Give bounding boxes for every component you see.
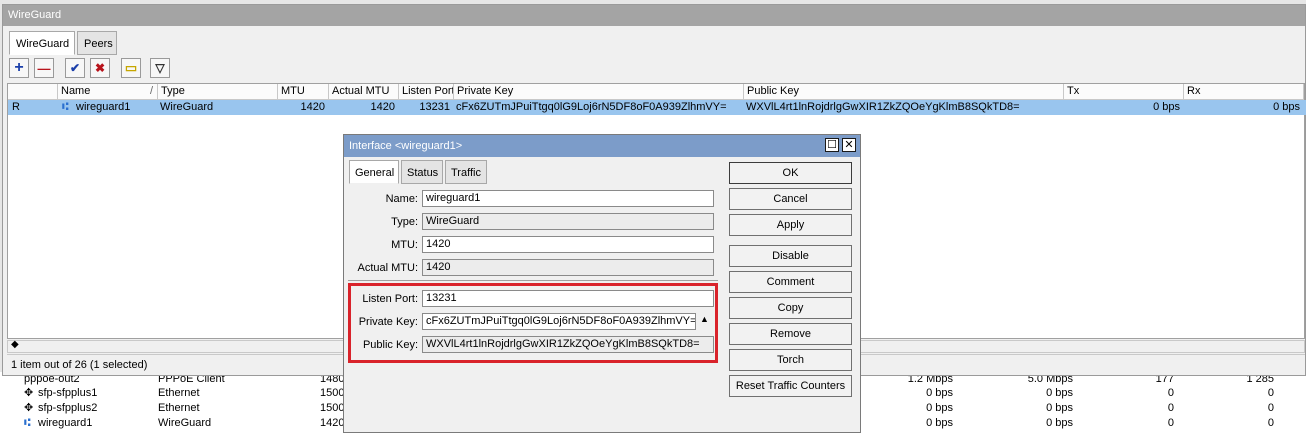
interface-rx: 0 bps [1046,402,1073,414]
copy-button[interactable]: Copy [729,297,852,319]
disable-button[interactable]: ✖ [90,58,110,78]
name-label: Name: [385,193,418,205]
filter-icon: ▽ [155,61,165,75]
row-actual-mtu: 1420 [370,101,395,113]
disable-button[interactable]: Disable [729,245,852,267]
close-icon[interactable]: ✕ [842,138,856,152]
interface-mtu: 1500 [320,387,345,399]
column-header-type[interactable]: Type [158,84,278,100]
wireguard-icon: ⑆ [24,417,31,429]
plus-icon: + [14,59,24,76]
interface-packets-tx: 0 [1167,402,1174,414]
row-listen-port: 13231 [419,101,450,113]
interface-name: wireguard1 [38,417,93,429]
interface-name: sfp-sfpplus2 [38,402,98,414]
interface-packets-rx: 0 [1267,387,1274,399]
column-header-name[interactable]: Name / [58,84,158,100]
interface-rx: 0 bps [1046,387,1073,399]
interface-rx: 0 bps [1046,417,1073,429]
row-rx: 0 bps [1273,101,1300,113]
ethernet-icon: ✥ [24,402,34,414]
row-mtu: 1420 [300,101,325,113]
comment-button[interactable]: ▭ [121,58,141,78]
tab-status[interactable]: Status [401,160,443,184]
tab-wireguard[interactable]: WireGuard [9,31,75,55]
highlight-box [348,283,718,363]
interface-tx: 0 bps [926,387,953,399]
mtu-label: MTU: [391,239,418,251]
actual-mtu-label: Actual MTU: [357,262,418,274]
remove-button[interactable]: Remove [729,323,852,345]
interface-type: WireGuard [158,417,212,429]
tab-traffic[interactable]: Traffic [445,160,487,184]
interface-tx: 0 bps [926,402,953,414]
column-header-mtu[interactable]: MTU [278,84,329,100]
cancel-button[interactable]: Cancel [729,188,852,210]
tab-peers[interactable]: Peers [77,31,117,55]
minus-icon: — [37,60,51,76]
mtu-field[interactable]: 1420 [422,236,714,253]
row-tx: 0 bps [1153,101,1180,113]
comment-button[interactable]: Comment [729,271,852,293]
row-name: wireguard1 [76,101,131,113]
reset-traffic-counters-button[interactable]: Reset Traffic Counters [729,375,852,397]
enable-button[interactable]: ✔ [65,58,85,78]
column-header-tx[interactable]: Tx [1064,84,1184,100]
remove-button[interactable]: — [34,58,54,78]
row-type: WireGuard [160,101,214,113]
sort-indicator-icon: / [149,85,153,97]
type-field: WireGuard [422,213,714,230]
interface-packets-rx: 0 [1267,417,1274,429]
cross-icon: ✖ [94,61,106,75]
interface-packets-rx: 0 [1267,402,1274,414]
wireguard-icon: ⑆ [62,101,69,113]
row-flag: R [12,101,20,113]
window-title[interactable]: WireGuard [3,5,1305,26]
maximize-icon[interactable]: ☐ [825,138,839,152]
row-public-key: WXVlL4rt1lnRojdrlgGwXIR1ZkZQOeYgKlmB8SQk… [746,101,1020,113]
ethernet-icon: ✥ [24,387,34,399]
interface-tx: 0 bps [926,417,953,429]
apply-button[interactable]: Apply [729,214,852,236]
column-header-flag[interactable] [8,84,58,100]
filter-button[interactable]: ▽ [150,58,170,78]
row-private-key: cFx6ZUTmJPuiTtgq0lG9Loj6rN5DF8oF0A939Zlh… [456,101,727,113]
section-divider [348,280,718,281]
column-header-label: Name [61,85,91,97]
interface-packets-tx: 0 [1167,417,1174,429]
comment-icon: ▭ [124,60,138,75]
column-header-public-key[interactable]: Public Key [744,84,1064,100]
ok-button[interactable]: OK [729,162,852,184]
type-label: Type: [391,216,418,228]
torch-button[interactable]: Torch [729,349,852,371]
interface-packets-tx: 0 [1167,387,1174,399]
actual-mtu-field: 1420 [422,259,714,276]
interface-mtu: 1500 [320,402,345,414]
tab-general[interactable]: General [349,160,399,184]
interface-name: sfp-sfpplus1 [38,387,98,399]
general-panel: Name: wireguard1 Type: WireGuard MTU: 14… [348,184,718,430]
interface-type: Ethernet [158,402,200,414]
column-header-rx[interactable]: Rx [1184,84,1304,100]
interface-dialog: Interface <wireguard1> ☐ ✕ General Statu… [343,134,861,433]
column-header-private-key[interactable]: Private Key [454,84,744,100]
scroll-left-icon[interactable]: ◆ [11,339,19,350]
interface-type: Ethernet [158,387,200,399]
dialog-title[interactable]: Interface <wireguard1> [344,135,860,157]
add-button[interactable]: + [9,58,29,78]
interface-mtu: 1420 [320,417,345,429]
column-header-actual-mtu[interactable]: Actual MTU [329,84,399,100]
check-icon: ✔ [69,61,81,75]
column-header-listen-port[interactable]: Listen Port [399,84,454,100]
name-field[interactable]: wireguard1 [422,190,714,207]
